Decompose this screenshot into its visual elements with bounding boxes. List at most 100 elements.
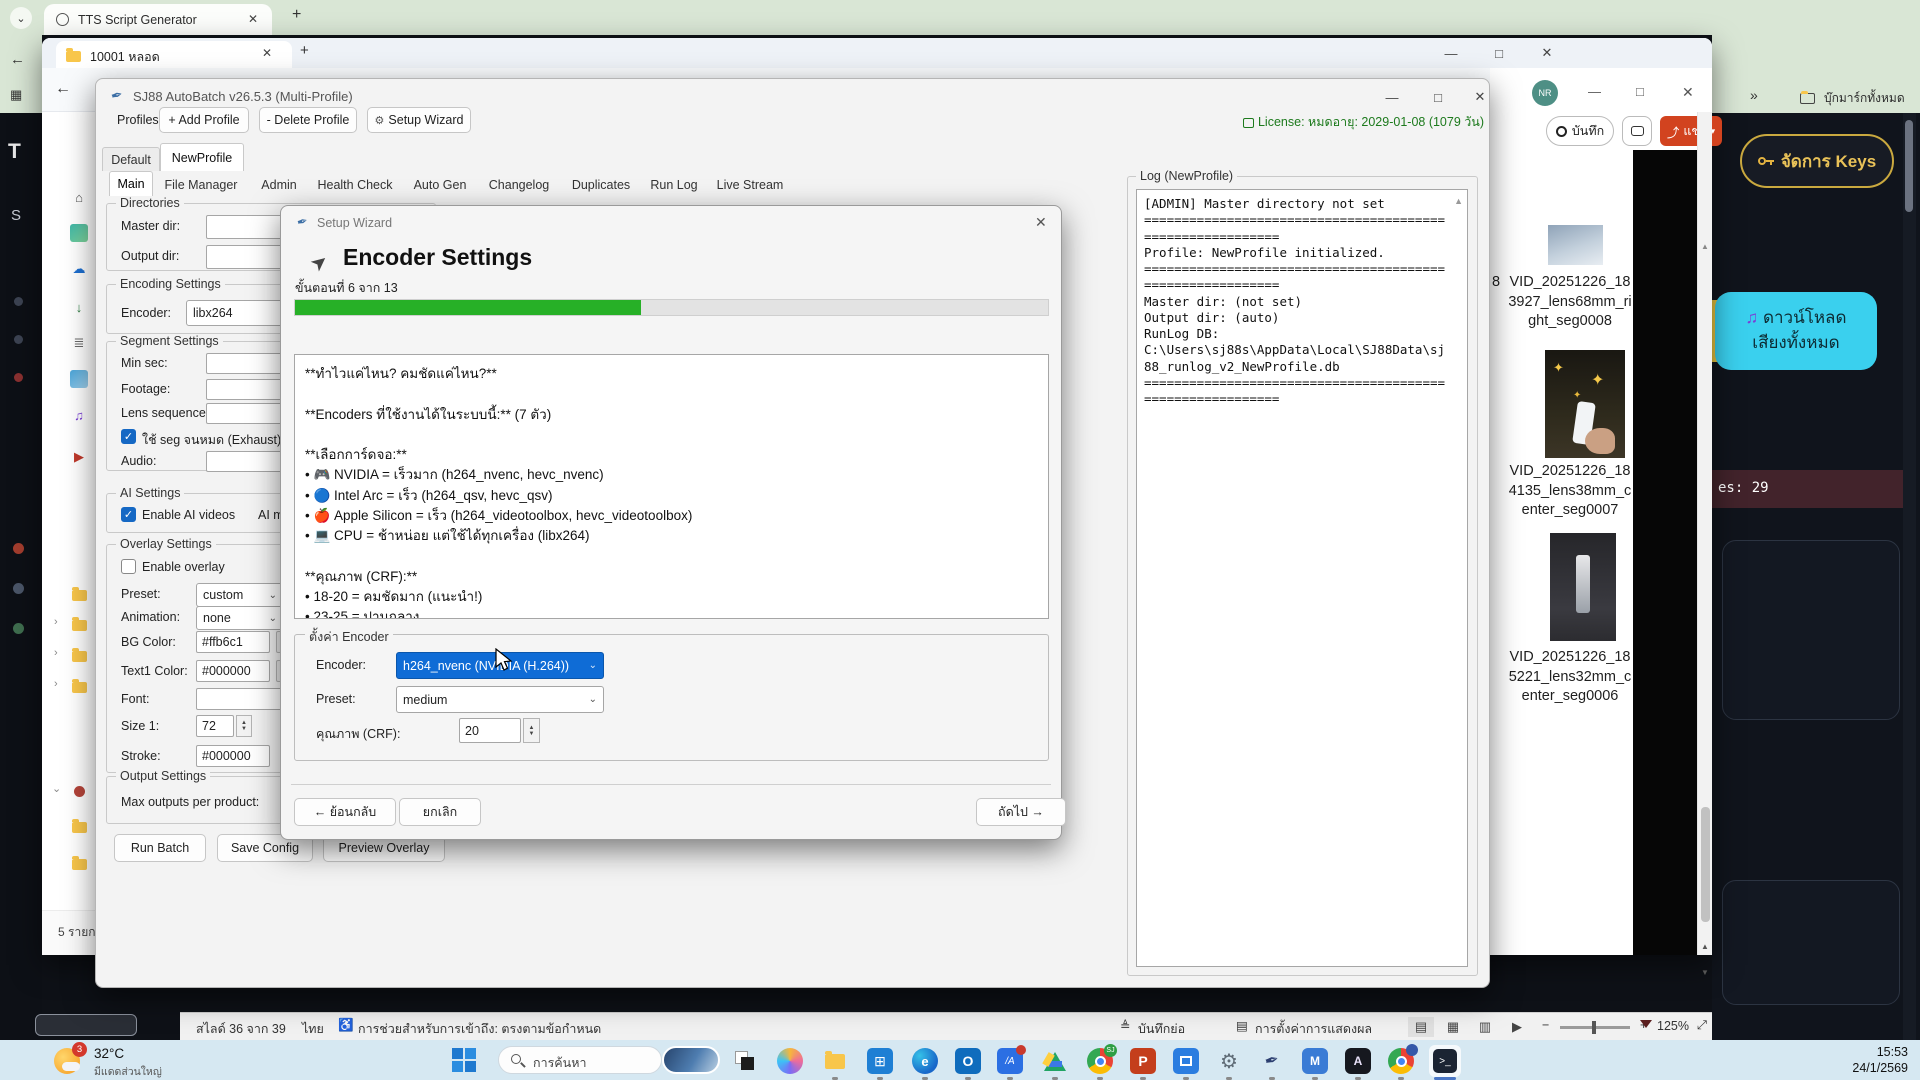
share-button[interactable]: ⤴ แชร์ ▾ xyxy=(1660,116,1722,146)
close-icon[interactable]: ✕ xyxy=(1530,41,1564,65)
video-thumbnail-partial[interactable] xyxy=(1548,225,1603,265)
zoom-out-button[interactable]: − xyxy=(1542,1018,1549,1032)
scroll-down-icon[interactable]: ▼ xyxy=(1701,968,1709,977)
gallery-icon[interactable] xyxy=(70,224,88,242)
home-icon[interactable]: ⌂ xyxy=(70,188,88,206)
close-icon[interactable]: ✕ xyxy=(1463,85,1497,109)
chevron-down-icon[interactable]: ⌄ xyxy=(52,782,61,795)
exhaust-checkbox[interactable]: ✓ xyxy=(121,429,136,444)
maximize-icon[interactable]: □ xyxy=(1482,41,1516,65)
chrome2-icon[interactable] xyxy=(1388,1048,1414,1074)
powerpoint-icon[interactable]: P xyxy=(1130,1048,1156,1074)
close-icon[interactable]: ✕ xyxy=(1035,214,1047,231)
folder-icon[interactable] xyxy=(70,855,88,873)
ppt-display-settings[interactable]: การตั้งค่าการแสดงผล xyxy=(1255,1019,1372,1039)
ppt-accessibility[interactable]: การช่วยสำหรับการเข้าถึง: ตรงตามข้อกำหนด xyxy=(358,1019,601,1039)
scroll-up-icon[interactable]: ▲ xyxy=(1701,942,1709,951)
music-icon[interactable]: ♫ xyxy=(70,406,88,424)
zoom-slider-knob[interactable] xyxy=(1592,1021,1596,1034)
add-profile-button[interactable]: + Add Profile xyxy=(159,107,249,133)
folder-icon[interactable] xyxy=(70,678,88,696)
m-app-icon[interactable]: M xyxy=(1302,1048,1328,1074)
taskbar-clock[interactable]: 15:53 24/1/2569 xyxy=(1800,1044,1908,1077)
apps-grid-icon[interactable]: ▦ xyxy=(10,87,22,103)
enable-ai-checkbox[interactable]: ✓ xyxy=(121,507,136,522)
back-icon[interactable]: ← xyxy=(55,80,71,98)
brow­ser-tab[interactable]: TTS Script Generator ✕ xyxy=(44,4,272,35)
terminal-icon[interactable]: >_ xyxy=(1429,1045,1461,1077)
pictures-icon[interactable] xyxy=(70,370,88,388)
tab-main[interactable]: Main xyxy=(109,171,153,196)
wizard-preset-select[interactable]: medium ⌄ xyxy=(396,686,604,713)
tab-close-icon[interactable]: ✕ xyxy=(248,12,258,26)
preset-select[interactable]: custom⌄ xyxy=(196,583,284,607)
size1-field[interactable]: 72 xyxy=(196,715,234,737)
bookmarks-overflow-chevrons[interactable]: » xyxy=(1750,87,1758,103)
manage-keys-button[interactable]: จัดการ Keys xyxy=(1740,134,1894,188)
tab-close-icon[interactable]: ✕ xyxy=(262,46,272,60)
notebooklm-icon[interactable]: /A xyxy=(997,1048,1023,1074)
setup-wizard-button[interactable]: ⚙ Setup Wizard xyxy=(367,107,471,133)
enable-overlay-checkbox[interactable] xyxy=(121,559,136,574)
tts-scrollbar-thumb[interactable] xyxy=(1905,120,1913,212)
minimize-icon[interactable]: — xyxy=(1588,84,1601,99)
start-button[interactable] xyxy=(452,1048,478,1074)
record-save-button[interactable]: บันทึก xyxy=(1546,116,1614,146)
edge-icon[interactable]: e xyxy=(912,1048,938,1074)
delete-profile-button[interactable]: - Delete Profile xyxy=(259,107,357,133)
profile-tab-default[interactable]: Default xyxy=(102,147,160,171)
task-view-icon[interactable] xyxy=(732,1048,758,1074)
onedrive-icon[interactable]: ☁ xyxy=(70,260,88,278)
wizard-cancel-button[interactable]: ยกเลิก xyxy=(399,798,481,826)
tts-scrollbar[interactable] xyxy=(1903,113,1916,1080)
clipchamp-icon[interactable] xyxy=(1173,1048,1199,1074)
animation-select[interactable]: none⌄ xyxy=(196,606,284,630)
copilot-icon[interactable] xyxy=(777,1048,803,1074)
folder-icon[interactable] xyxy=(70,818,88,836)
video-thumbnail[interactable] xyxy=(1550,533,1616,641)
folder-icon[interactable] xyxy=(70,647,88,665)
folder-icon[interactable] xyxy=(70,586,88,604)
bg-color-field[interactable]: #ffb6c1 xyxy=(196,631,270,653)
download-all-audio-button[interactable]: ♫ ดาวน์โหลด เสียงทั้งหมด xyxy=(1715,292,1877,370)
wizard-info-box[interactable]: **ทำไวแค่ไหน? คมชัดแค่ไหน?** **Encoders … xyxy=(294,354,1049,619)
tab-admin[interactable]: Admin xyxy=(251,173,307,196)
tab-run-log[interactable]: Run Log xyxy=(643,173,705,196)
google-drive-icon[interactable] xyxy=(1042,1048,1068,1074)
downloads-icon[interactable]: ↓ xyxy=(70,298,88,316)
video-filename[interactable]: VID_20251226_185221_lens32mm_center_seg0… xyxy=(1506,648,1634,707)
chevron-right-icon[interactable]: › xyxy=(54,616,58,628)
outlook-icon[interactable]: O xyxy=(955,1048,981,1074)
close-icon[interactable]: ✕ xyxy=(1682,84,1694,101)
chrome-icon[interactable]: SJ xyxy=(1087,1048,1113,1074)
comment-button[interactable] xyxy=(1622,116,1652,146)
ppt-notes[interactable]: บันทึกย่อ xyxy=(1138,1019,1185,1039)
tab-file-manager[interactable]: File Manager xyxy=(153,173,249,196)
log-scroll-up-icon[interactable]: ▲ xyxy=(1454,196,1463,206)
widgets-pill[interactable] xyxy=(662,1046,720,1074)
view-reading-icon[interactable]: ▥ xyxy=(1472,1017,1498,1037)
wizard-crf-stepper[interactable]: ▲▼ xyxy=(523,718,540,743)
wizard-back-button[interactable]: ← ย้อนกลับ xyxy=(294,798,396,826)
chevron-right-icon[interactable]: › xyxy=(54,647,58,659)
back-icon[interactable]: ← xyxy=(10,51,25,68)
profile-tab-newprofile[interactable]: NewProfile xyxy=(160,143,244,171)
avatar[interactable]: NR xyxy=(1532,80,1558,106)
video-filename[interactable]: VID_20251226_183927_lens68mm_right_seg00… xyxy=(1506,273,1634,332)
size1-stepper[interactable]: ▲▼ xyxy=(236,715,252,737)
documents-icon[interactable]: ≣ xyxy=(70,334,88,352)
tab-changelog[interactable]: Changelog xyxy=(479,173,559,196)
zoom-fit-icon[interactable]: ⤢ xyxy=(1697,1018,1707,1033)
scroll-up-icon[interactable]: ▲ xyxy=(1701,242,1709,251)
view-slideshow-icon[interactable]: ▶ xyxy=(1504,1017,1530,1037)
tab-health-check[interactable]: Health Check xyxy=(309,173,401,196)
a-app-icon[interactable]: A xyxy=(1345,1048,1371,1074)
search-box[interactable]: การค้นหา xyxy=(498,1046,662,1074)
stroke-field[interactable]: #000000 xyxy=(196,745,270,767)
stepper-down-icon[interactable]: ▼ xyxy=(241,726,247,732)
folder-icon[interactable] xyxy=(70,616,88,634)
maximize-icon[interactable]: □ xyxy=(1636,84,1644,99)
scrollbar-thumb[interactable] xyxy=(1701,807,1710,922)
stepper-down-icon[interactable]: ▼ xyxy=(529,731,535,737)
chevron-right-icon[interactable]: › xyxy=(54,678,58,690)
